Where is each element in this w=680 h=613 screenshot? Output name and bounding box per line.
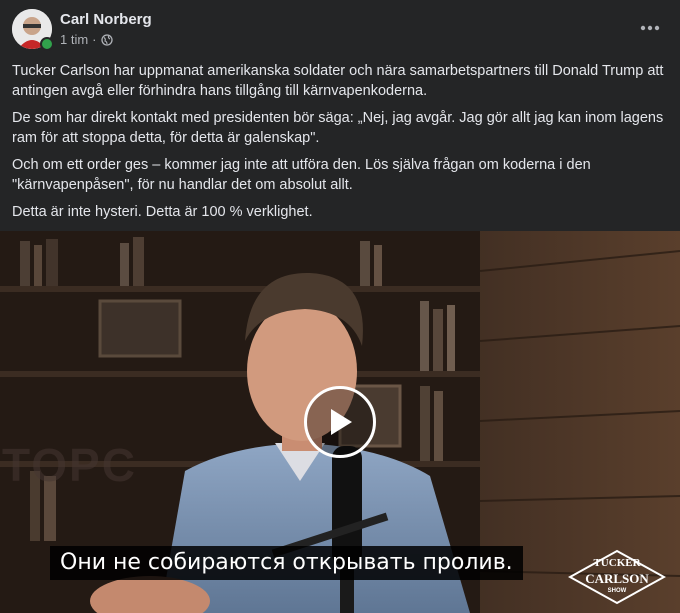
online-status-dot bbox=[40, 37, 54, 51]
facebook-post: Carl Norberg 1 tim · Tucker Carlson har … bbox=[0, 0, 680, 613]
author-name[interactable]: Carl Norberg bbox=[60, 11, 152, 28]
post-paragraph: Tucker Carlson har uppmanat amerikanska … bbox=[12, 63, 664, 99]
play-button[interactable] bbox=[304, 386, 376, 458]
post-meta: 1 tim · bbox=[60, 32, 113, 47]
show-logo: TUCKER CARLSON SHOW bbox=[568, 549, 666, 605]
globe-icon[interactable] bbox=[100, 33, 113, 46]
post-time[interactable]: 1 tim bbox=[60, 32, 88, 47]
video-player[interactable]: TOPC Они не собираются открывать пролив.… bbox=[0, 231, 680, 613]
logo-line-3: SHOW bbox=[607, 588, 627, 594]
play-icon bbox=[331, 409, 352, 435]
logo-line-1: TUCKER bbox=[593, 557, 641, 569]
background-lettering: TOPC bbox=[2, 439, 137, 491]
post-paragraph: Och om ett order ges – kommer jag inte a… bbox=[12, 157, 591, 193]
meta-separator: · bbox=[92, 32, 97, 47]
post-paragraph: De som har direkt kontakt med presidente… bbox=[12, 110, 664, 146]
more-options-button[interactable] bbox=[632, 10, 668, 46]
post-header: Carl Norberg 1 tim · bbox=[0, 0, 680, 58]
more-dots-icon bbox=[640, 25, 660, 31]
logo-line-2: CARLSON bbox=[585, 571, 649, 586]
post-text: Tucker Carlson har uppmanat amerikanska … bbox=[12, 61, 668, 229]
video-subtitle: Они не собираются открывать пролив. bbox=[50, 546, 523, 580]
post-paragraph: Detta är inte hysteri. Detta är 100 % ve… bbox=[12, 204, 313, 220]
